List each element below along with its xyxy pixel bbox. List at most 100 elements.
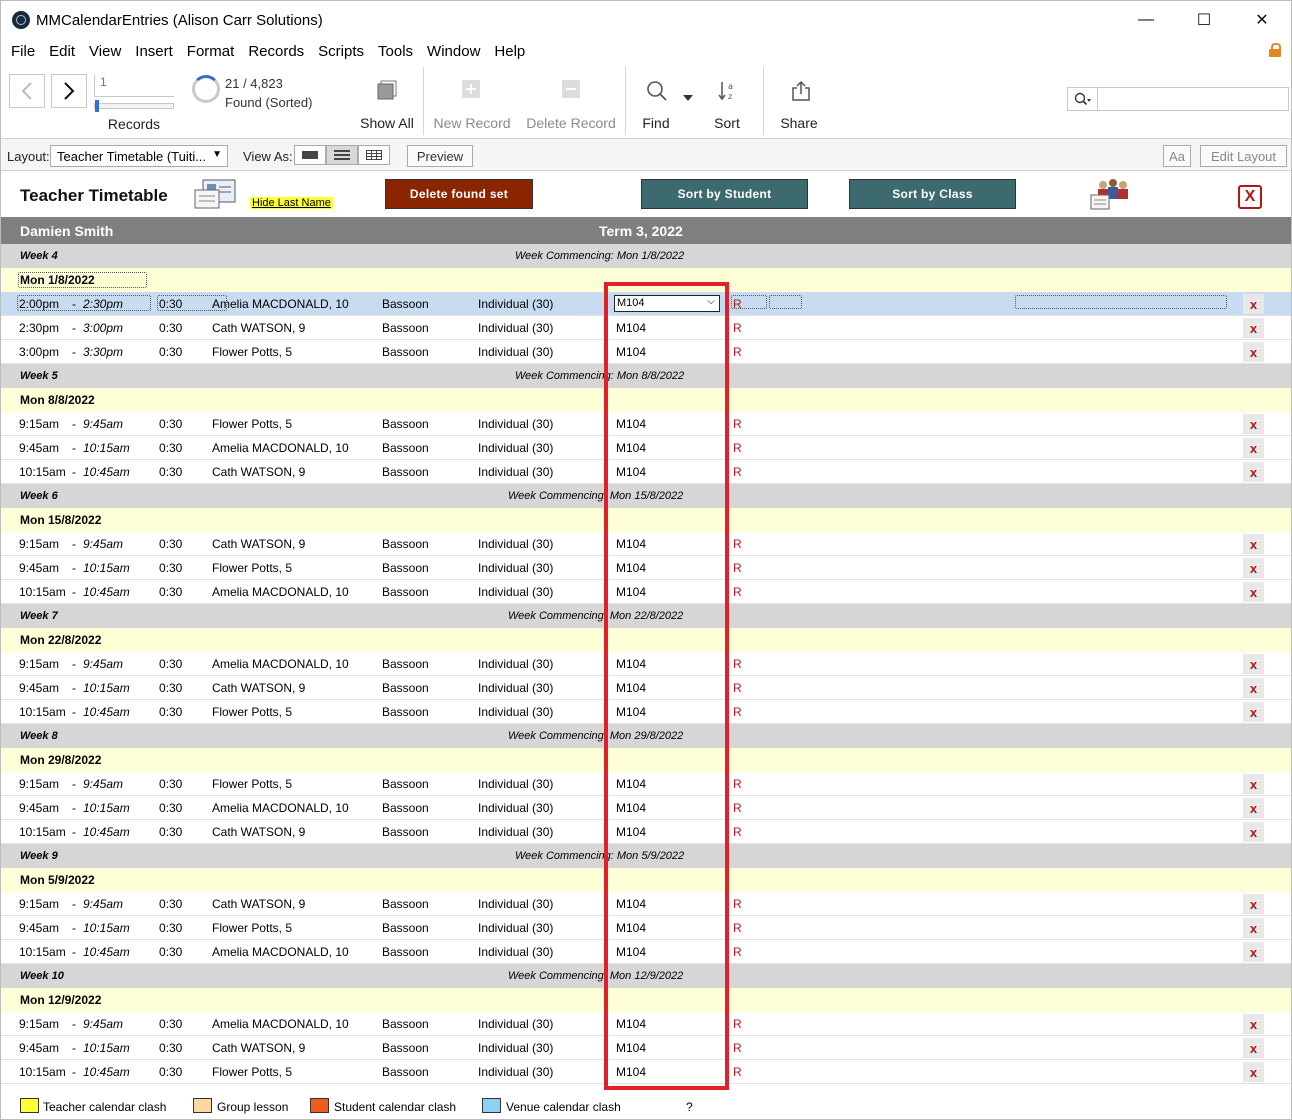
duration[interactable]: 0:30 — [159, 1041, 182, 1055]
lesson-type[interactable]: Individual (30) — [478, 417, 553, 431]
lesson-type[interactable]: Individual (30) — [478, 681, 553, 695]
room[interactable]: M104 — [616, 537, 646, 551]
sort-by-student-button[interactable]: Sort by Student — [641, 179, 808, 209]
room-dropdown[interactable]: M104 ⌵ — [614, 295, 720, 312]
lesson-type[interactable]: Individual (30) — [478, 921, 553, 935]
sort-by-class-button[interactable]: Sort by Class — [849, 179, 1016, 209]
status-mark[interactable]: R — [733, 321, 742, 335]
instrument[interactable]: Bassoon — [382, 465, 429, 479]
lesson-type[interactable]: Individual (30) — [478, 705, 553, 719]
lesson-type[interactable]: Individual (30) — [478, 897, 553, 911]
new-record-button[interactable]: New Record — [429, 115, 515, 131]
instrument[interactable]: Bassoon — [382, 345, 429, 359]
start-time[interactable]: 9:15am — [19, 777, 59, 791]
instrument[interactable]: Bassoon — [382, 1065, 429, 1079]
edit-layout-button[interactable]: Edit Layout — [1200, 145, 1287, 167]
start-time[interactable]: 9:45am — [19, 801, 59, 815]
lesson-type[interactable]: Individual (30) — [478, 945, 553, 959]
student-name[interactable]: Cath WATSON, 9 — [212, 681, 305, 695]
instrument[interactable]: Bassoon — [382, 441, 429, 455]
table-row[interactable]: 9:15am -9:45am 0:30 Flower Potts, 5 Bassoon I… — [1, 412, 1291, 436]
table-row[interactable]: 9:15am -9:45am 0:30 Amelia MACDONALD, 10 Bas… — [1, 652, 1291, 676]
help-question-mark[interactable]: ? — [686, 1100, 693, 1114]
status-mark[interactable]: R — [733, 657, 742, 671]
table-row[interactable]: 9:15am -9:45am 0:30 Flower Potts, 5 Bassoon I… — [1, 772, 1291, 796]
end-time[interactable]: 10:45am — [83, 945, 130, 959]
student-name[interactable]: Cath WATSON, 9 — [212, 1041, 305, 1055]
menu-edit[interactable]: Edit — [49, 43, 75, 60]
duration[interactable]: 0:30 — [159, 1065, 182, 1079]
end-time[interactable]: 3:30pm — [83, 345, 123, 359]
instrument[interactable]: Bassoon — [382, 1017, 429, 1031]
status-mark[interactable]: R — [733, 1041, 742, 1055]
instrument[interactable]: Bassoon — [382, 825, 429, 839]
table-row[interactable]: 10:15am -10:45am 0:30 Cath WATSON, 9 Bassoon… — [1, 460, 1291, 484]
menu-view[interactable]: View — [89, 43, 121, 60]
room[interactable]: M104 — [616, 777, 646, 791]
student-name[interactable]: Flower Potts, 5 — [212, 417, 292, 431]
duration[interactable]: 0:30 — [159, 441, 182, 455]
status-mark[interactable]: R — [733, 561, 742, 575]
status-mark[interactable]: R — [733, 681, 742, 695]
view-as-list-button[interactable] — [326, 145, 358, 165]
table-row[interactable]: 9:15am -9:45am 0:30 Cath WATSON, 9 Bassoon In… — [1, 892, 1291, 916]
delete-entry-button[interactable]: x — [1243, 678, 1264, 698]
end-time[interactable]: 9:45am — [83, 657, 123, 671]
menu-file[interactable]: File — [11, 43, 35, 60]
lesson-type[interactable]: Individual (30) — [478, 1017, 553, 1031]
end-time[interactable]: 10:15am — [83, 1041, 130, 1055]
room[interactable]: M104 — [616, 561, 646, 575]
end-time[interactable]: 10:15am — [83, 921, 130, 935]
hide-last-name-link[interactable]: Hide Last Name — [250, 197, 333, 209]
menu-insert[interactable]: Insert — [135, 43, 173, 60]
delete-record-button[interactable]: Delete Record — [519, 115, 623, 131]
status-mark[interactable]: R — [733, 921, 742, 935]
delete-found-set-button[interactable]: Delete found set — [385, 179, 533, 209]
status-mark[interactable]: R — [733, 417, 742, 431]
room[interactable]: M104 — [616, 1017, 646, 1031]
start-time[interactable]: 10:15am — [19, 465, 66, 479]
student-name[interactable]: Amelia MACDONALD, 10 — [212, 801, 349, 815]
room[interactable]: M104 — [616, 345, 646, 359]
start-time[interactable]: 9:45am — [19, 681, 59, 695]
start-time[interactable]: 10:15am — [19, 705, 66, 719]
status-mark[interactable]: R — [733, 801, 742, 815]
duration[interactable]: 0:30 — [159, 777, 182, 791]
delete-entry-button[interactable]: x — [1243, 1062, 1264, 1082]
room[interactable]: M104 — [616, 921, 646, 935]
end-time[interactable]: 10:15am — [83, 681, 130, 695]
room[interactable]: M104 — [616, 897, 646, 911]
lesson-type[interactable]: Individual (30) — [478, 657, 553, 671]
student-name[interactable]: Cath WATSON, 9 — [212, 465, 305, 479]
room[interactable]: M104 — [616, 657, 646, 671]
find-magnifier-icon[interactable] — [645, 79, 669, 103]
status-mark[interactable]: R — [733, 897, 742, 911]
lesson-type[interactable]: Individual (30) — [478, 1041, 553, 1055]
sort-button[interactable]: Sort — [705, 115, 749, 131]
delete-entry-button[interactable]: x — [1243, 294, 1264, 314]
start-time[interactable]: 2:30pm — [19, 321, 59, 335]
duration[interactable]: 0:30 — [159, 657, 182, 671]
duration[interactable]: 0:30 — [159, 921, 182, 935]
minimize-button[interactable]: — — [1117, 1, 1175, 39]
start-time[interactable]: 9:45am — [19, 441, 59, 455]
delete-entry-button[interactable]: x — [1243, 798, 1264, 818]
table-row[interactable]: 2:30pm -3:00pm 0:30 Cath WATSON, 9 Bassoon In… — [1, 316, 1291, 340]
status-mark[interactable]: R — [733, 1065, 742, 1079]
start-time[interactable]: 9:15am — [19, 417, 59, 431]
end-time[interactable]: 10:45am — [83, 1065, 130, 1079]
student-name[interactable]: Amelia MACDONALD, 10 — [212, 657, 349, 671]
instrument[interactable]: Bassoon — [382, 1041, 429, 1055]
instrument[interactable]: Bassoon — [382, 801, 429, 815]
student-name[interactable]: Amelia MACDONALD, 10 — [212, 297, 349, 311]
end-time[interactable]: 9:45am — [83, 777, 123, 791]
room[interactable]: M104 — [616, 465, 646, 479]
table-row[interactable]: 9:45am -10:15am 0:30 Flower Potts, 5 Bassoon… — [1, 556, 1291, 580]
duration[interactable]: 0:30 — [159, 945, 182, 959]
delete-entry-button[interactable]: x — [1243, 1014, 1264, 1034]
end-time[interactable]: 10:15am — [83, 441, 130, 455]
lesson-type[interactable]: Individual (30) — [478, 1065, 553, 1079]
view-as-table-button[interactable] — [358, 145, 390, 165]
menu-format[interactable]: Format — [187, 43, 235, 60]
table-row[interactable]: 9:45am -10:15am 0:30 Flower Potts, 5 Bassoon… — [1, 916, 1291, 940]
